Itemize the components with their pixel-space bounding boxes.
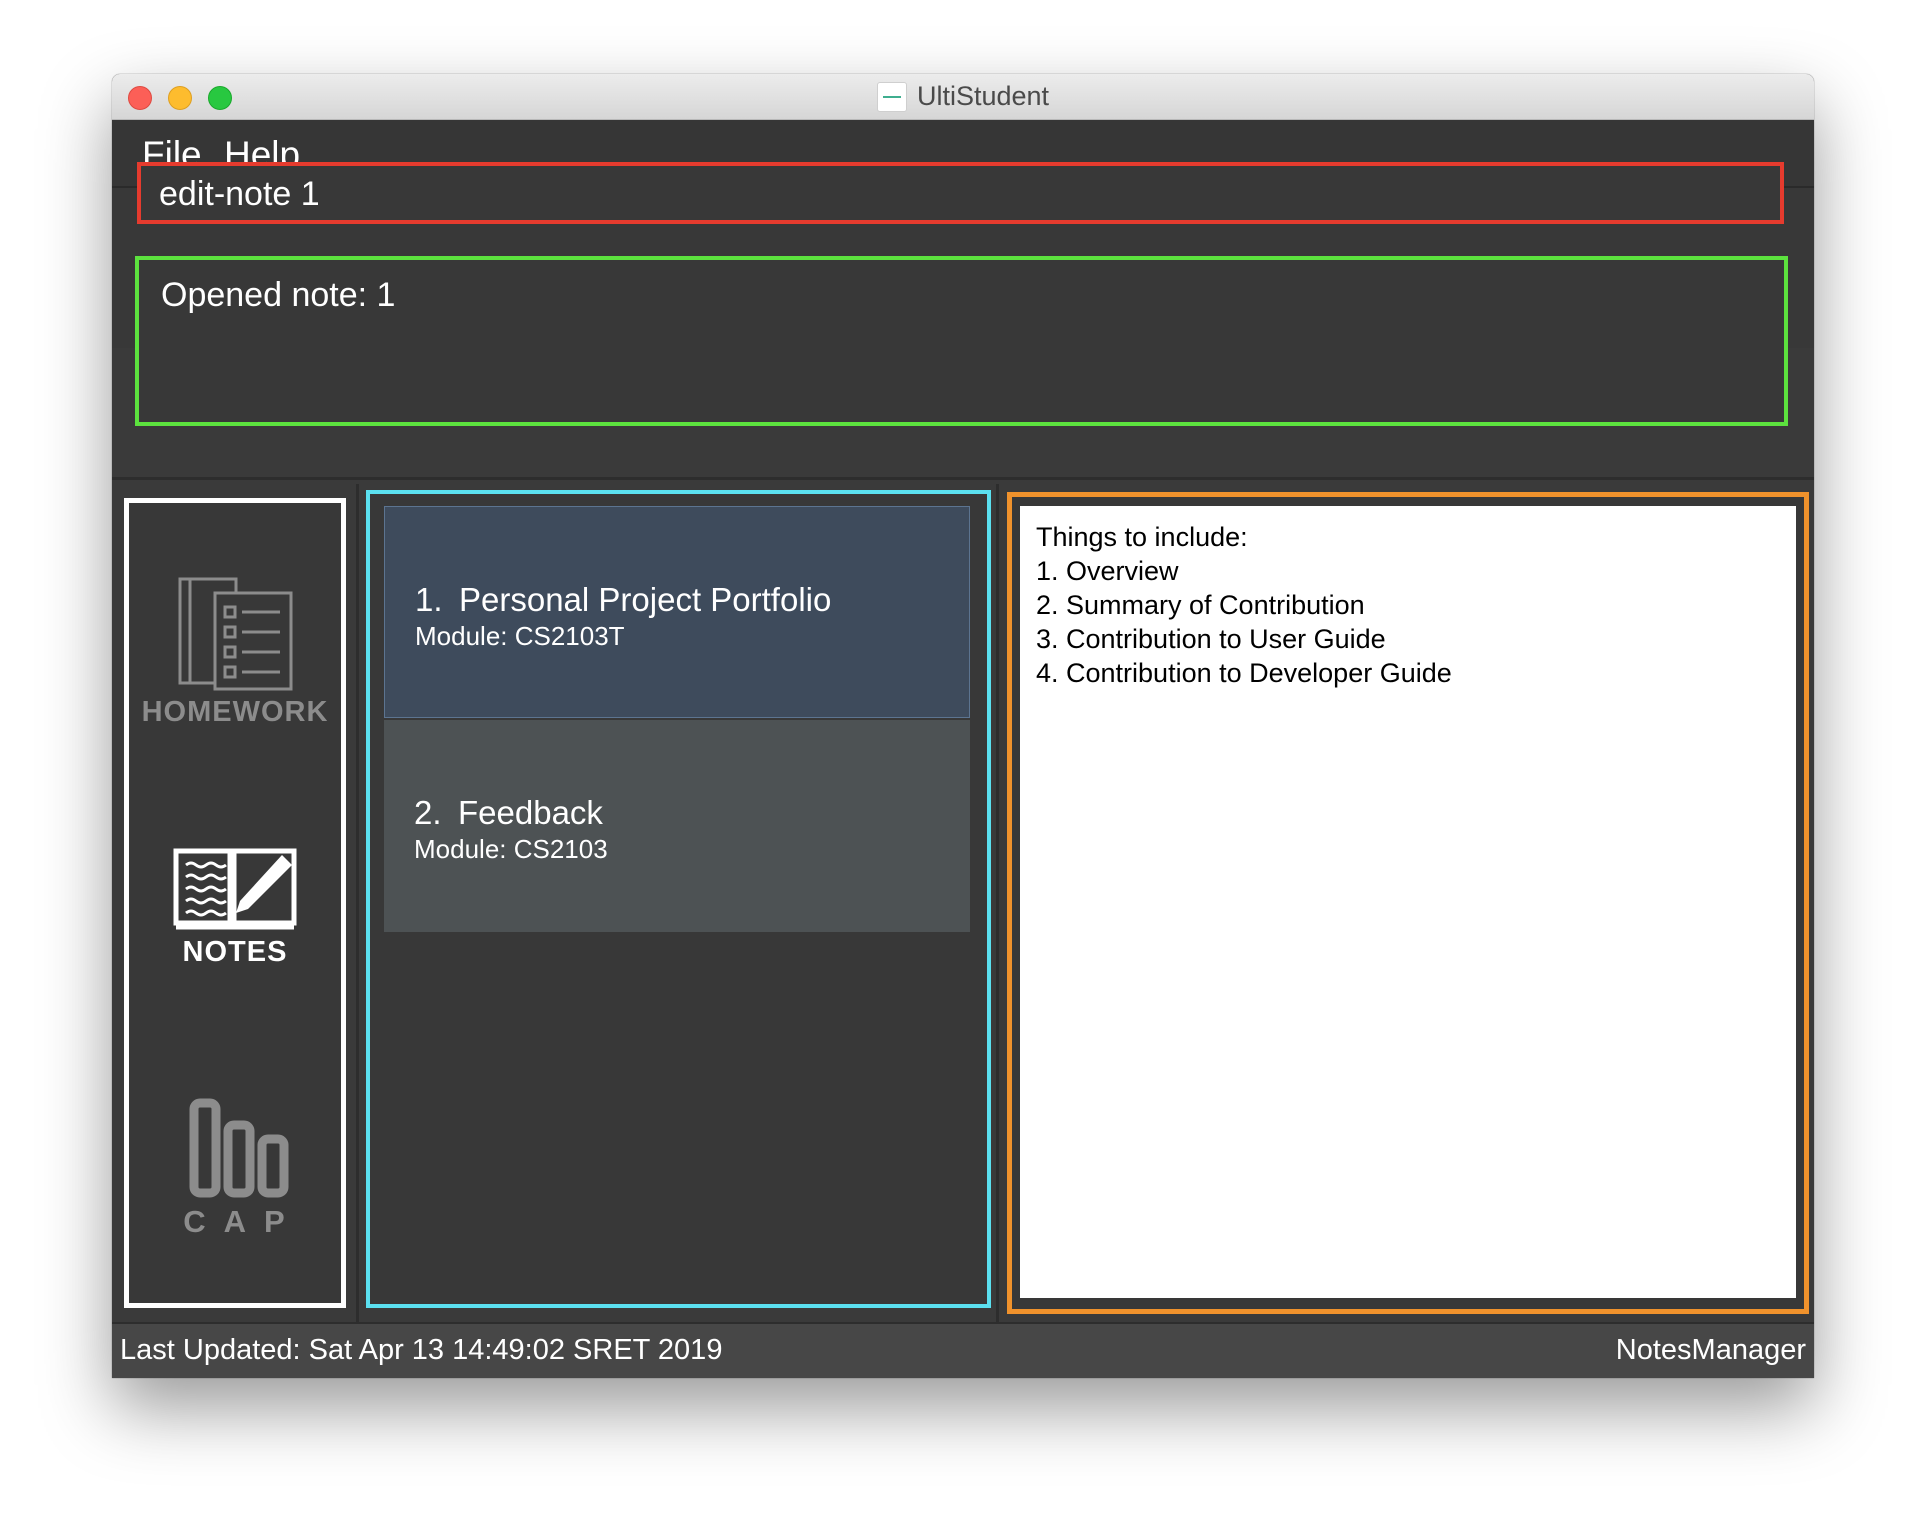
window-title: UltiStudent — [916, 81, 1050, 111]
sidebar-label-cap: CAP — [183, 1204, 303, 1239]
note-line: 4. Contribution to Developer Guide — [1036, 658, 1452, 688]
last-updated-status: Last Updated: Sat Apr 13 14:49:02 SRET 2… — [120, 1334, 723, 1366]
sidebar-item-notes[interactable]: NOTES — [129, 843, 341, 969]
note-card-2[interactable]: 2. Feedback Module: CS2103 — [384, 720, 970, 932]
sidebar-item-cap[interactable]: CAP — [129, 1093, 341, 1240]
app-window: UltiStudent File Help edit-note 1 Opened… — [112, 74, 1814, 1378]
manager-status: NotesManager — [1615, 1334, 1806, 1366]
cap-icon — [189, 1098, 289, 1198]
status-bar: Last Updated: Sat Apr 13 14:49:02 SRET 2… — [112, 1322, 1814, 1378]
result-message: Opened note: 1 — [161, 276, 396, 314]
sidebar-item-homework[interactable]: HOMEWORK — [129, 573, 341, 729]
note-content-editor[interactable]: Things to include: 1. Overview 2. Summar… — [1020, 506, 1796, 1298]
note-line: 2. Summary of Contribution — [1036, 590, 1365, 620]
title-group: UltiStudent — [112, 74, 1814, 119]
title-bar: UltiStudent — [112, 74, 1814, 120]
sidebar-label-homework: HOMEWORK — [141, 696, 329, 728]
result-display: Opened note: 1 — [135, 256, 1788, 426]
note-line: Things to include: — [1036, 522, 1248, 552]
note-module: Module: CS2103T — [415, 621, 625, 651]
divider — [996, 484, 999, 1322]
note-line: 1. Overview — [1036, 556, 1179, 586]
divider — [356, 484, 359, 1322]
note-line: 3. Contribution to User Guide — [1036, 624, 1386, 654]
sidebar: HOMEWORK NOTES CAP — [124, 498, 346, 1308]
note-title: Personal Project Portfolio — [459, 581, 832, 618]
notes-icon — [173, 848, 297, 930]
notes-list-panel: 1. Personal Project Portfolio Module: CS… — [366, 490, 991, 1308]
note-index: 1. — [415, 581, 443, 618]
homework-icon — [178, 577, 293, 691]
note-detail-panel: Things to include: 1. Overview 2. Summar… — [1007, 492, 1809, 1314]
app-icon — [876, 81, 907, 112]
note-title: Feedback — [458, 794, 603, 831]
divider — [112, 477, 1814, 480]
note-card-1[interactable]: 1. Personal Project Portfolio Module: CS… — [384, 506, 970, 718]
note-index: 2. — [414, 794, 442, 831]
command-input[interactable]: edit-note 1 — [137, 162, 1784, 224]
note-module: Module: CS2103 — [414, 834, 608, 864]
sidebar-label-notes: NOTES — [182, 936, 288, 968]
